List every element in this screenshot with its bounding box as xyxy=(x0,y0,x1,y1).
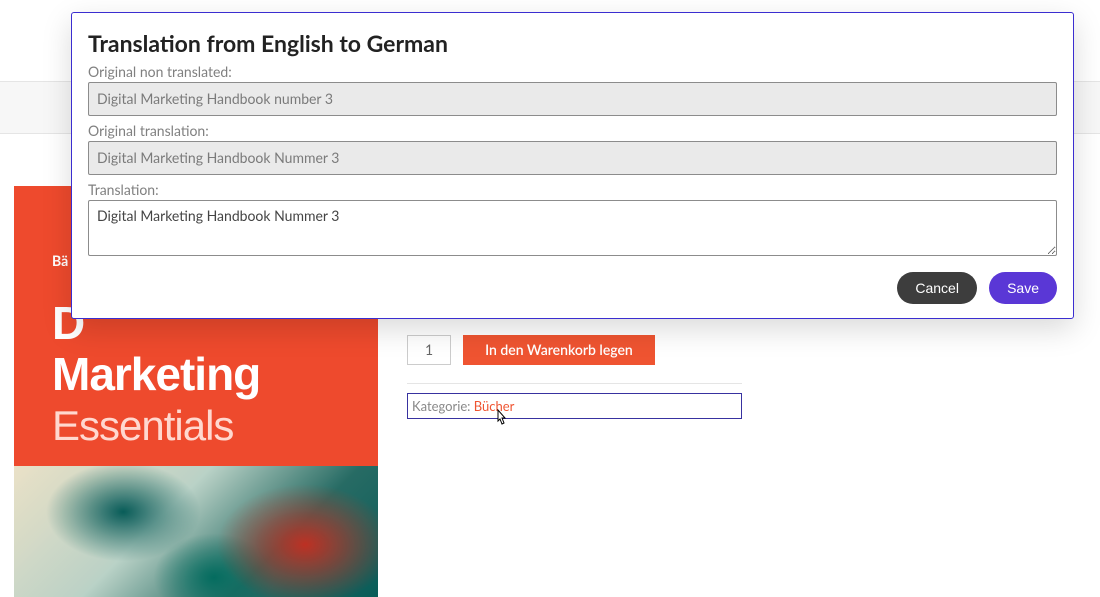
original-translation-field: Digital Marketing Handbook Nummer 3 xyxy=(88,141,1057,175)
cover-subtitle: Essentials xyxy=(52,402,233,450)
category-box[interactable]: Kategorie: Bücher xyxy=(407,393,742,419)
original-non-translated-label: Original non translated: xyxy=(88,63,1057,80)
original-translation-label: Original translation: xyxy=(88,122,1057,139)
purchase-row: 1 In den Warenkorb legen xyxy=(407,335,655,365)
cover-title-2: Marketing xyxy=(52,348,260,400)
save-button[interactable]: Save xyxy=(989,272,1057,304)
translation-label: Translation: xyxy=(88,181,1057,198)
divider xyxy=(407,383,742,384)
quantity-input[interactable]: 1 xyxy=(407,335,451,365)
category-value[interactable]: Bücher xyxy=(474,398,515,414)
modal-title: Translation from English to German xyxy=(88,29,1057,57)
category-label: Kategorie: xyxy=(412,398,474,414)
translation-modal: Translation from English to German Origi… xyxy=(71,12,1074,319)
cancel-button[interactable]: Cancel xyxy=(897,272,977,304)
modal-button-row: Cancel Save xyxy=(88,272,1057,304)
translation-input[interactable] xyxy=(88,200,1057,256)
cover-art xyxy=(14,466,378,597)
cover-top-text: Bä xyxy=(52,252,68,269)
original-non-translated-field: Digital Marketing Handbook number 3 xyxy=(88,82,1057,116)
add-to-cart-button[interactable]: In den Warenkorb legen xyxy=(463,335,655,365)
